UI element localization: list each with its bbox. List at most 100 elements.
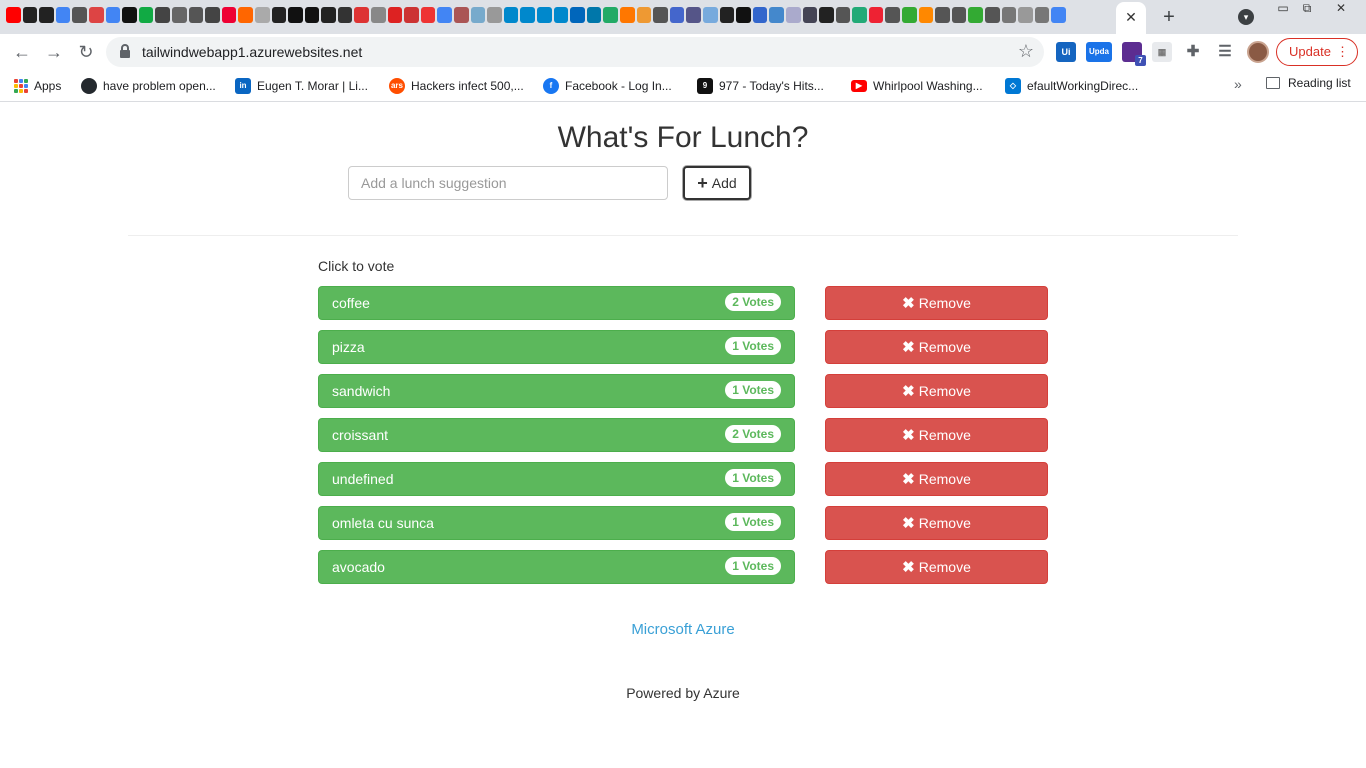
bookmark-github[interactable]: have problem open...: [81, 76, 216, 96]
tab-favicon-icon[interactable]: [968, 7, 984, 23]
tab-favicon-icon[interactable]: [1018, 7, 1033, 23]
media-control-icon[interactable]: ☰: [1215, 42, 1235, 62]
remove-button[interactable]: ✖ Remove: [825, 462, 1048, 496]
tab-favicon-icon[interactable]: [271, 7, 287, 23]
tab-favicon-icon[interactable]: [138, 7, 154, 23]
tab-favicon-icon[interactable]: [205, 7, 220, 23]
tab-favicon-icon[interactable]: [1034, 7, 1050, 23]
tab-favicon-icon[interactable]: [404, 7, 419, 23]
tab-favicon-icon[interactable]: [719, 7, 735, 23]
update-button[interactable]: Update ⋮: [1276, 38, 1358, 66]
remove-button[interactable]: ✖ Remove: [825, 550, 1048, 584]
bookmark-linkedin[interactable]: in Eugen T. Morar | Li...: [235, 76, 368, 96]
new-tab-button[interactable]: +: [1158, 5, 1180, 29]
add-button[interactable]: + Add: [683, 166, 751, 200]
vote-button[interactable]: avocado 1 Votes: [318, 550, 795, 584]
tab-favicon-icon[interactable]: [221, 7, 237, 23]
tab-favicon-icon[interactable]: [503, 7, 519, 23]
tab-favicon-icon[interactable]: [603, 7, 618, 23]
tab-favicon-icon[interactable]: [387, 7, 403, 23]
tab-favicon-icon[interactable]: [885, 7, 901, 23]
tab-favicon-icon[interactable]: [537, 7, 552, 23]
bookmark-youtube[interactable]: ▶ Whirlpool Washing...: [851, 76, 983, 96]
tab-favicon-icon[interactable]: [105, 7, 121, 23]
tab-favicon-icon[interactable]: [122, 7, 137, 23]
tab-favicon-icon[interactable]: [238, 7, 253, 23]
bookmark-apps[interactable]: Apps: [14, 76, 61, 96]
tab-favicon-icon[interactable]: [88, 7, 104, 23]
tab-favicon-icon[interactable]: [337, 7, 353, 23]
remove-button[interactable]: ✖ Remove: [825, 286, 1048, 320]
microsoft-azure-link[interactable]: Microsoft Azure: [0, 621, 1366, 638]
tab-favicon-icon[interactable]: [570, 7, 585, 23]
tab-favicon-icon[interactable]: [371, 7, 386, 23]
tab-favicon-icon[interactable]: [6, 7, 21, 23]
bookmark-radio[interactable]: 9 977 - Today's Hits...: [697, 76, 824, 96]
tab-favicon-icon[interactable]: [487, 7, 502, 23]
tab-search-icon[interactable]: ▾: [1238, 9, 1254, 25]
tab-favicon-icon[interactable]: [868, 7, 884, 23]
tab-favicon-icon[interactable]: [636, 7, 652, 23]
restore-icon[interactable]: ⧉: [1292, 0, 1322, 18]
tab-favicon-icon[interactable]: [155, 7, 170, 23]
tab-favicon-icon[interactable]: [1001, 7, 1017, 23]
bookmark-facebook[interactable]: f Facebook - Log In...: [543, 76, 672, 96]
tab-favicon-icon[interactable]: [520, 7, 535, 23]
tab-favicon-icon[interactable]: [785, 7, 801, 23]
remove-button[interactable]: ✖ Remove: [825, 374, 1048, 408]
tab-favicon-icon[interactable]: [686, 7, 701, 23]
updater-extension-icon[interactable]: Upda: [1086, 42, 1112, 62]
tab-favicon-icon[interactable]: [951, 7, 967, 23]
tab-favicon-icon[interactable]: [188, 7, 204, 23]
tab-favicon-icon[interactable]: [254, 7, 270, 23]
tab-favicon-icon[interactable]: [802, 7, 818, 23]
tab-favicon-icon[interactable]: [835, 7, 851, 23]
tab-favicon-icon[interactable]: [819, 7, 834, 23]
tab-favicon-icon[interactable]: [55, 7, 71, 23]
lunch-suggestion-input[interactable]: [348, 166, 668, 200]
tab-favicon-icon[interactable]: [918, 7, 934, 23]
tab-favicon-icon[interactable]: [553, 7, 569, 23]
tab-favicon-icon[interactable]: [985, 7, 1000, 23]
vote-button[interactable]: omleta cu sunca 1 Votes: [318, 506, 795, 540]
tab-favicon-icon[interactable]: [72, 7, 87, 23]
tab-favicon-icon[interactable]: [470, 7, 486, 23]
uipath-extension-icon[interactable]: Ui: [1056, 42, 1076, 62]
bookmark-ars-technica[interactable]: ars Hackers infect 500,...: [389, 76, 524, 96]
tab-favicon-icon[interactable]: [935, 7, 950, 23]
remove-button[interactable]: ✖ Remove: [825, 330, 1048, 364]
extensions-puzzle-icon[interactable]: ✚: [1183, 42, 1203, 62]
lock-icon[interactable]: [120, 44, 130, 58]
bookmark-visual-studio[interactable]: ◇ efaultWorkingDirec...: [1005, 76, 1138, 96]
tab-favicon-icon[interactable]: [769, 7, 784, 23]
window-close-icon[interactable]: ✕: [1326, 0, 1356, 18]
tab-favicon-icon[interactable]: [736, 7, 751, 23]
tab-favicon-icon[interactable]: [171, 7, 187, 23]
grid-extension-icon[interactable]: ▦: [1152, 42, 1172, 62]
tab-favicon-icon[interactable]: [39, 7, 54, 23]
tab-favicon-icon[interactable]: [304, 7, 320, 23]
tab-favicon-icon[interactable]: [1051, 7, 1066, 23]
close-tab-icon[interactable]: ✕: [1122, 6, 1140, 28]
tab-favicon-icon[interactable]: [586, 7, 602, 23]
profile-avatar[interactable]: [1247, 41, 1269, 63]
bookmark-star-icon[interactable]: ☆: [1018, 41, 1034, 62]
tab-favicon-icon[interactable]: [288, 7, 303, 23]
address-bar[interactable]: tailwindwebapp1.azurewebsites.net ☆: [106, 37, 1044, 67]
back-icon[interactable]: ←: [10, 40, 34, 64]
tab-favicon-icon[interactable]: [852, 7, 867, 23]
tab-favicon-icon[interactable]: [454, 7, 469, 23]
vote-button[interactable]: pizza 1 Votes: [318, 330, 795, 364]
tab-favicon-icon[interactable]: [702, 7, 718, 23]
reading-list-button[interactable]: Reading list: [1266, 76, 1351, 90]
tab-favicon-icon[interactable]: [354, 7, 370, 23]
reload-icon[interactable]: ↻: [74, 40, 98, 64]
forward-icon[interactable]: →: [42, 40, 66, 64]
tab-favicon-icon[interactable]: [669, 7, 685, 23]
url-text[interactable]: tailwindwebapp1.azurewebsites.net: [142, 44, 362, 60]
vote-button[interactable]: undefined 1 Votes: [318, 462, 795, 496]
tab-favicon-icon[interactable]: [437, 7, 453, 23]
tab-favicon-icon[interactable]: [619, 7, 635, 23]
more-bookmarks-icon[interactable]: »: [1234, 76, 1242, 92]
tab-favicon-icon[interactable]: [420, 7, 436, 23]
